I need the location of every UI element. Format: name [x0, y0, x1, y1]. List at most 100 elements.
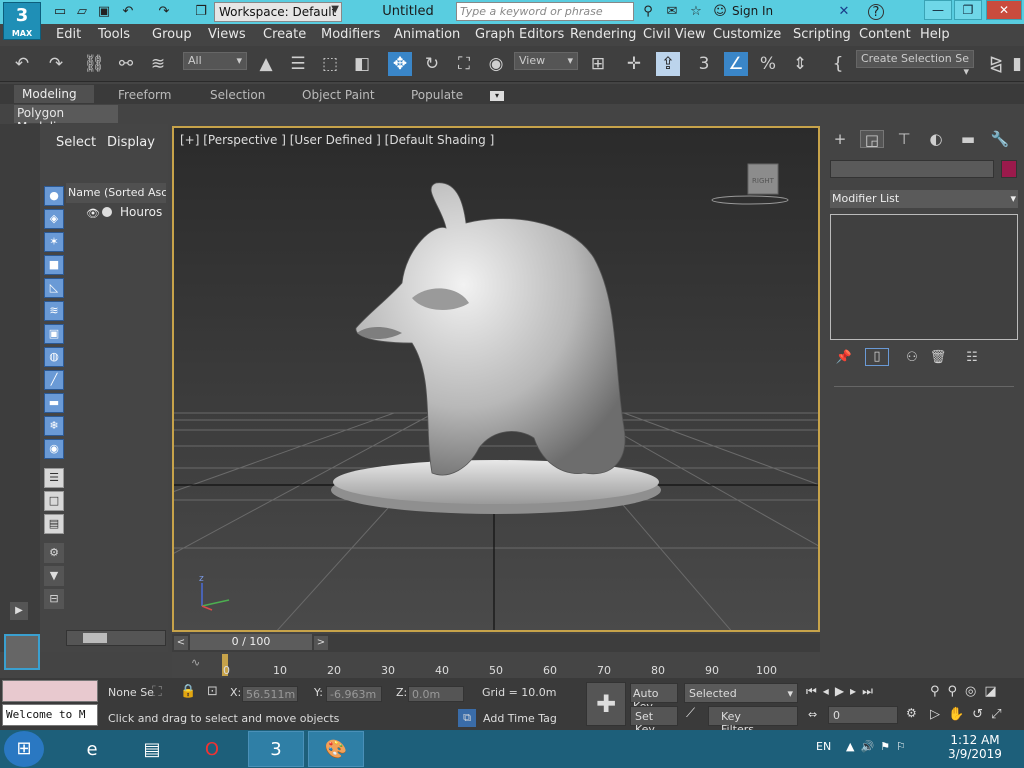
menu-views[interactable]: Views — [208, 27, 246, 42]
selection-lock-icon[interactable]: 🔒 — [180, 684, 196, 699]
display-invert-icon[interactable]: ▤ — [44, 514, 64, 534]
named-selection-dropdown[interactable]: Create Selection Se ▾ — [856, 50, 974, 78]
search-input[interactable]: Type a keyword or phrase — [456, 2, 634, 21]
playback-controls[interactable]: ⏮◂▶▸⏭ — [806, 684, 879, 699]
exchange-x-icon[interactable]: ✕ — [836, 4, 852, 20]
utilities-tab-icon[interactable]: 🔧 — [988, 130, 1012, 148]
menu-civil-view[interactable]: Civil View — [643, 27, 706, 42]
pin-stack-icon[interactable]: 📌 — [832, 350, 856, 368]
mirror-icon[interactable]: ⧎ — [984, 52, 1008, 76]
angle-snap-icon[interactable]: ∠ — [724, 52, 748, 76]
menu-content[interactable]: Content — [859, 27, 911, 42]
tab-modeling[interactable]: Modeling — [14, 85, 94, 103]
file-explorer-icon[interactable]: ▤ — [124, 731, 180, 767]
save-icon[interactable]: ▣ — [96, 4, 112, 20]
unlink-icon[interactable]: ⚯ — [114, 52, 138, 76]
workspace-dropdown[interactable]: Workspace: Default ▼ — [214, 2, 342, 22]
cameras-filter-icon[interactable]: ■ — [44, 255, 64, 275]
column-header-name[interactable]: Name (Sorted Ascer — [66, 183, 166, 203]
menu-graph-editors[interactable]: Graph Editors — [475, 27, 564, 42]
display-none-icon[interactable]: □ — [44, 491, 64, 511]
menu-tools[interactable]: Tools — [98, 27, 130, 42]
explorer-display-tab[interactable]: Display — [107, 135, 155, 150]
auto-key-button[interactable]: Auto Key — [630, 683, 678, 713]
helpers-filter-icon[interactable]: ◺ — [44, 278, 64, 298]
internet-explorer-icon[interactable]: e — [64, 731, 120, 767]
explorer-horizontal-scrollbar[interactable] — [66, 630, 166, 646]
maxscript-listener-top[interactable] — [2, 680, 98, 702]
groups-filter-icon[interactable]: ▣ — [44, 324, 64, 344]
absolute-mode-icon[interactable]: ⊡ — [207, 684, 218, 699]
percent-snap-icon[interactable]: % — [756, 52, 780, 76]
redo-icon[interactable]: ↷ — [44, 52, 68, 76]
scene-object-item[interactable]: Houros — [120, 205, 162, 219]
paint-taskbar-icon[interactable]: 🎨 — [308, 731, 364, 767]
minimize-button[interactable]: — — [924, 0, 952, 20]
system-tray-icons[interactable]: ▲🔊⚑⚐ — [846, 740, 912, 753]
key-tangents-icon[interactable]: ⟋ — [686, 706, 695, 721]
menu-modifiers[interactable]: Modifiers — [321, 27, 380, 42]
window-crossing-icon[interactable]: ◧ — [350, 52, 374, 76]
spinner-snap-icon[interactable]: ⇕ — [788, 52, 812, 76]
key-mode-toggle-icon[interactable]: ⇔ — [808, 708, 817, 721]
geometry-filter-icon[interactable]: ● — [44, 186, 64, 206]
time-slider-next[interactable]: > — [314, 636, 328, 650]
viewport-label-menu[interactable]: [+] [Perspective ] [User Defined ] [Defa… — [180, 133, 494, 147]
taskbar-clock[interactable]: 1:12 AM 3/9/2019 — [940, 733, 1010, 761]
edit-named-selection-icon[interactable]: { — [826, 52, 850, 76]
menu-create[interactable]: Create — [263, 27, 306, 42]
containers-filter-icon[interactable]: ▬ — [44, 393, 64, 413]
spacewarps-filter-icon[interactable]: ≋ — [44, 301, 64, 321]
menu-group[interactable]: Group — [152, 27, 192, 42]
configure-modifier-sets-icon[interactable]: ☷ — [960, 350, 984, 368]
isolate-selection-icon[interactable]: ⛶ — [152, 684, 162, 700]
layer-explorer-icon[interactable]: ⊟ — [44, 589, 64, 609]
restore-button[interactable]: ❐ — [954, 0, 982, 20]
viewport-layout-thumbnail[interactable] — [4, 634, 40, 670]
frozen-filter-icon[interactable]: ❄ — [44, 416, 64, 436]
menu-rendering[interactable]: Rendering — [570, 27, 636, 42]
select-and-place-icon[interactable]: ◉ — [484, 52, 508, 76]
time-slider-prev[interactable]: < — [174, 636, 188, 650]
keyboard-shortcut-override-icon[interactable]: ⇪ — [656, 52, 680, 76]
xrefs-filter-icon[interactable]: ◍ — [44, 347, 64, 367]
viewport-navigation-icons-2[interactable]: ▷✋↺⤢ — [930, 707, 1009, 722]
tab-freeform[interactable]: Freeform — [118, 88, 171, 102]
redo-icon[interactable]: ↷ — [156, 4, 172, 20]
key-filters-button[interactable]: Key Filters... — [708, 706, 798, 736]
maxscript-mini-listener[interactable]: Welcome to M — [2, 704, 98, 726]
communication-center-icon[interactable]: ✉ — [664, 4, 680, 20]
create-tab-icon[interactable]: + — [828, 130, 852, 148]
opera-browser-icon[interactable]: O — [184, 731, 240, 767]
bones-filter-icon[interactable]: ╱ — [44, 370, 64, 390]
pivot-center-icon[interactable]: ⊞ — [586, 52, 610, 76]
close-button[interactable]: ✕ — [986, 0, 1022, 20]
start-button-icon[interactable]: ⊞ — [4, 731, 44, 767]
object-color-swatch[interactable] — [1001, 160, 1017, 178]
viewport-navigation-icons[interactable]: ⚲⚲◎◪ — [930, 684, 1005, 699]
rectangular-selection-icon[interactable]: ⬚ — [318, 52, 342, 76]
select-manipulate-icon[interactable]: ✛ — [622, 52, 646, 76]
set-key-button[interactable]: Set Key — [630, 706, 678, 736]
sign-in-button[interactable]: Sign In — [732, 4, 773, 18]
help-button[interactable]: ? — [868, 4, 884, 20]
link-icon[interactable]: ⛓ — [82, 52, 106, 76]
perspective-viewport[interactable]: RIGHT z [+] [Perspective ] [User Defined… — [172, 126, 820, 632]
app-logo-button[interactable]: 3 MAX — [3, 2, 41, 40]
y-coordinate-field[interactable]: -6.963m — [326, 686, 382, 702]
menu-help[interactable]: Help — [920, 27, 950, 42]
remove-modifier-icon[interactable]: 🗑 — [926, 350, 950, 368]
select-and-move-icon[interactable]: ✥ — [388, 52, 412, 76]
visibility-eye-icon[interactable]: 👁 — [86, 207, 100, 220]
show-end-result-icon[interactable]: ▯ — [865, 348, 889, 366]
z-coordinate-field[interactable]: 0.0m — [408, 686, 464, 702]
menu-scripting[interactable]: Scripting — [793, 27, 851, 42]
input-language[interactable]: EN — [816, 740, 831, 753]
tab-selection[interactable]: Selection — [210, 88, 265, 102]
modifier-stack[interactable] — [830, 214, 1018, 340]
object-name-field[interactable] — [830, 160, 994, 178]
menu-customize[interactable]: Customize — [713, 27, 781, 42]
binoculars-icon[interactable]: ⚲ — [640, 4, 656, 20]
3dsmax-taskbar-icon[interactable]: 3 — [248, 731, 304, 767]
filter-settings-icon[interactable]: ⚙ — [44, 543, 64, 563]
